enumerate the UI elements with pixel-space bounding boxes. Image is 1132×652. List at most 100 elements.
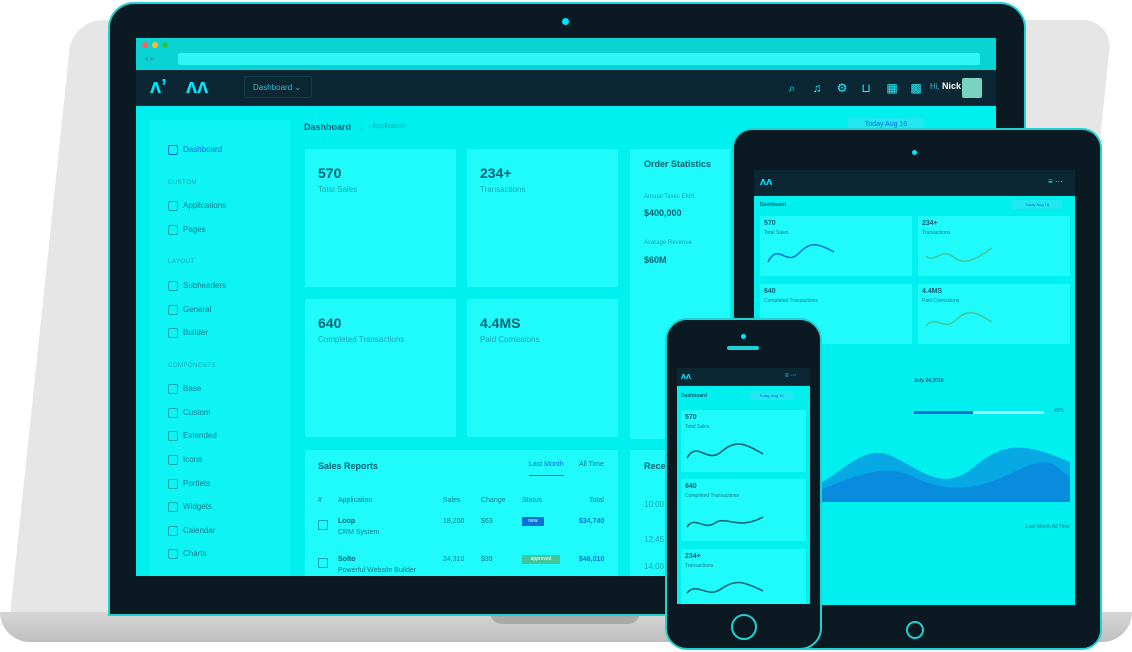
close-dot[interactable] — [142, 42, 148, 48]
sparkline — [767, 244, 835, 263]
sidebar-item-portlets[interactable]: Portlets — [183, 479, 210, 488]
stat-card-transactions: 234+ Transactions — [467, 149, 618, 287]
phone-menu-icon[interactable]: ≡ ⋯ — [785, 372, 796, 379]
phone-card-value: 234+ — [685, 553, 701, 560]
sidebar-item-extended[interactable]: Extended — [183, 431, 217, 440]
app-header: ʌ’ ʌʌ Dashboard ⌄ ⌕ ♫ ⚙ ⊔ ▦ ▩ Hi, Nick — [136, 70, 996, 106]
sparkline — [686, 516, 764, 528]
area-chart — [814, 447, 1070, 502]
col-header-total: Total — [589, 497, 604, 504]
search-icon[interactable]: ⌕ — [784, 80, 800, 96]
phone-header: ʌʌ ≡ ⋯ — [677, 368, 810, 386]
bell-icon[interactable]: ♫ — [809, 80, 825, 96]
sidebar-item-icons[interactable]: Icons — [183, 455, 202, 464]
sidebar-item-calendar[interactable]: Calendar — [183, 526, 215, 535]
row-sales: 18,200 — [443, 518, 465, 525]
row-app-desc: CRM System — [338, 529, 380, 536]
row-checkbox[interactable] — [318, 520, 328, 530]
tablet-home-button[interactable] — [906, 621, 924, 639]
recent-time: 14:00 — [644, 562, 665, 571]
sparkline — [686, 443, 764, 459]
section-heading-components: COMPONENTS — [168, 363, 217, 369]
stat-card-paid-comissions: 4.4MS Paid Comissions — [467, 299, 618, 437]
progress-fill — [914, 411, 973, 414]
phone-card-label: Completed Transactions — [685, 493, 739, 499]
sidebar: Dashboard CUSTOM Applications Pages LAYO… — [150, 120, 290, 576]
row-app-name: Loop — [338, 518, 356, 525]
stat-value: 234+ — [480, 165, 512, 181]
phone-card-label: Total Sales — [685, 424, 710, 430]
logo-main: ʌʌ — [186, 76, 209, 98]
maximize-dot[interactable] — [162, 42, 168, 48]
sidebar-item-pages[interactable]: Pages — [183, 225, 206, 234]
icons-icon — [168, 455, 178, 465]
tablet-tab-all-time[interactable]: All Time — [1052, 524, 1070, 530]
logo-small: ʌ’ — [150, 76, 167, 98]
pages-icon — [168, 225, 178, 235]
phone-date-button[interactable]: Today Aug 16 — [749, 391, 794, 400]
back-forward-icon[interactable]: ◂ ▸ — [144, 54, 154, 63]
tablet-tab-last-month[interactable]: Last Month — [1026, 524, 1051, 530]
sparkline — [925, 247, 993, 262]
tab-last-month[interactable]: Last Month — [529, 461, 564, 476]
sidebar-item-subheaders[interactable]: Subheaders — [183, 281, 226, 290]
browser-search-bar[interactable] — [740, 53, 980, 65]
annual-label: Annual Taxes EMS — [644, 194, 695, 200]
cart-icon[interactable]: ⊔ — [858, 80, 874, 96]
tablet-card-label: Total Sales — [764, 230, 789, 236]
phone-screen: ʌʌ ≡ ⋯ Dashboard Today Aug 16 570 Total … — [677, 368, 810, 604]
tablet-card-value: 234+ — [922, 220, 938, 227]
sidebar-item-custom[interactable]: Custom — [183, 408, 211, 417]
sidebar-item-base[interactable]: Base — [183, 384, 201, 393]
sparkline — [925, 311, 993, 327]
stat-value: 4.4MS — [480, 315, 521, 331]
tablet-date-button[interactable]: Today Aug 16 — [1012, 200, 1062, 209]
sidebar-item-charts[interactable]: Charts — [183, 549, 207, 558]
menu-icon[interactable]: ≡ ⋯ — [1048, 177, 1063, 186]
sidebar-item-general[interactable]: General — [183, 305, 211, 314]
row-change: $39 — [481, 556, 493, 563]
phone-home-button[interactable] — [731, 614, 757, 640]
col-header-status: Status — [522, 497, 542, 504]
row-checkbox[interactable] — [318, 558, 328, 568]
chevron-down-icon: ⌄ — [294, 83, 302, 92]
minimize-dot[interactable] — [152, 42, 158, 48]
greeting: Hi, — [930, 82, 940, 91]
breadcrumb-path: Application — [371, 123, 407, 130]
status-badge: approved — [522, 555, 560, 564]
calendar-icon — [168, 526, 178, 536]
recent-time: 10:00 — [644, 500, 665, 509]
sidebar-item-applications[interactable]: Applications — [183, 201, 226, 210]
breadcrumb[interactable]: - Application — [368, 123, 406, 130]
section-heading-custom: CUSTOM — [168, 180, 197, 186]
home-icon — [168, 145, 178, 155]
builder-icon — [168, 328, 178, 338]
home-icon-breadcrumb[interactable]: ⌂ — [358, 123, 363, 132]
tablet-logo: ʌʌ — [760, 176, 773, 188]
stat-card-total-sales: 570 Total Sales — [305, 149, 456, 287]
sidebar-item-builder[interactable]: Builder — [183, 328, 208, 337]
tablet-card-value: 4.4MS — [922, 288, 943, 295]
grid-icon[interactable]: ▦ — [884, 80, 900, 96]
tab-all-time[interactable]: All Time — [579, 461, 604, 468]
stat-label: Completed Transactions — [318, 335, 405, 344]
url-bar[interactable] — [178, 53, 758, 65]
stat-label: Total Sales — [318, 185, 358, 194]
user-name[interactable]: Nick — [942, 81, 961, 91]
sales-reports-card: Sales Reports Last Month All Time # Appl… — [305, 450, 618, 576]
phone-card-label: Transactions — [685, 563, 714, 569]
gear-icon[interactable]: ⚙ — [834, 80, 850, 96]
sales-reports-title: Sales Reports — [318, 461, 379, 471]
sidebar-item-dashboard[interactable]: Dashboard — [183, 145, 222, 154]
sidebar-item-widgets[interactable]: Widgets — [183, 502, 212, 511]
dashboard-dropdown[interactable]: Dashboard ⌄ — [244, 76, 312, 98]
dropdown-label: Dashboard — [253, 83, 293, 92]
phone-card: 640 Completed Transactions — [681, 479, 806, 541]
col-header-change: Change — [481, 497, 506, 504]
order-statistics-title: Order Statistics — [644, 159, 712, 169]
tablet-camera — [912, 150, 917, 155]
avatar[interactable] — [962, 78, 982, 98]
stat-value: 570 — [318, 165, 342, 181]
row-total: $46,010 — [579, 556, 605, 563]
apps-icon[interactable]: ▩ — [908, 80, 924, 96]
